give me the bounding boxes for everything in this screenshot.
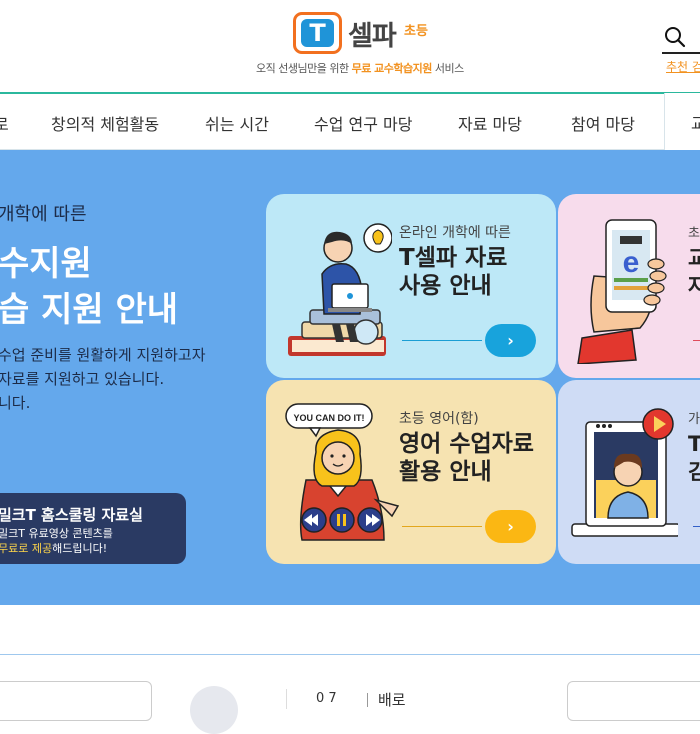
teacher-laptop-illustration <box>288 223 392 356</box>
hero-banner: 개학에 따른 수지원 습 지원 안내 수업 준비를 원활하게 지원하고자 자료를… <box>0 150 700 605</box>
card-title: T셀파 자료 사용 안내 <box>399 245 508 299</box>
card-arrow-button[interactable]: › <box>485 510 536 543</box>
nav-item-creative-activity[interactable]: 창의적 체험활동 <box>51 111 159 135</box>
recommended-keyword-link[interactable]: 추천 검 <box>666 58 700 75</box>
card-label: 온라인 개학에 따른 <box>399 225 511 241</box>
logo-mark: T <box>293 12 342 54</box>
tablet-student-illustration <box>571 408 678 537</box>
separator <box>367 693 368 707</box>
search-input[interactable] <box>662 52 700 54</box>
divider <box>286 689 287 709</box>
nav-item-class-research[interactable]: 수업 연구 마당 <box>314 111 413 135</box>
section-spacer <box>0 605 700 655</box>
divider <box>402 340 482 341</box>
milkt-homeschooling-banner[interactable]: 밀크T 홈스쿨링 자료실 밀크T 유료영상 콘텐츠를 무료로 제공해드립니다! <box>0 493 186 564</box>
tsherpa-logo[interactable]: T 셀파 초등 <box>293 12 428 54</box>
logo-name: 셀파 <box>348 20 397 52</box>
card-label: 가 <box>688 412 700 427</box>
hero-description: 수업 준비를 원활하게 지원하고자 자료를 지원하고 있습니다. 니다. <box>0 346 206 412</box>
banner-title: 밀크T 홈스쿨링 자료실 <box>0 506 143 524</box>
divider <box>693 526 700 527</box>
banner-description: 밀크T 유료영상 콘텐츠를 무료로 제공해드립니다! <box>0 527 113 555</box>
card-tsherpa-guide[interactable]: 온라인 개학에 따른 T셀파 자료 사용 안내 › <box>266 194 556 378</box>
nav-item-materials[interactable]: 자료 마당 <box>458 111 522 135</box>
card-arrow-button[interactable]: › <box>485 324 536 357</box>
site-header: T 셀파 초등 오직 선생님만을 위한 무료 교수학습지원 서비스 추천 검 <box>0 0 700 92</box>
search-icon[interactable] <box>664 26 686 48</box>
hero-title-line1: 수지원 <box>0 244 92 284</box>
phone-hand-illustration: e <box>577 219 667 364</box>
nav-item-partial[interactable]: 로 <box>0 111 9 135</box>
nav-item-break-time[interactable]: 쉬는 시간 <box>205 111 269 135</box>
hero-subtitle: 개학에 따른 <box>0 204 87 225</box>
divider <box>693 340 700 341</box>
girl-media-illustration: YOU CAN DO IT! <box>285 403 400 541</box>
card-english-guide[interactable]: YOU CAN DO IT! 초등 영어(함) 영어 수업자료 활용 안내 › <box>266 380 556 564</box>
card-title: 영어 수업자료 활용 안내 <box>399 431 534 485</box>
divider <box>402 526 482 527</box>
svg-text:YOU CAN DO IT!: YOU CAN DO IT! <box>294 413 365 423</box>
tagline: 오직 선생님만을 위한 무료 교수학습지원 서비스 <box>256 62 464 75</box>
avatar <box>190 686 238 734</box>
card-title: 교자 <box>688 246 700 298</box>
card-partial-pink[interactable]: e 초 교자 <box>558 194 700 378</box>
card-partial-blue[interactable]: 가 T김 <box>558 380 700 564</box>
logo-sub-label: 초등 <box>404 24 428 39</box>
right-panel[interactable] <box>567 681 700 721</box>
bottom-section: 0 7 배로 <box>0 655 700 734</box>
left-panel[interactable] <box>0 681 152 721</box>
card-label: 초등 영어(함) <box>399 411 479 427</box>
nav-item-participation[interactable]: 참여 마당 <box>571 111 635 135</box>
card-title: T김 <box>688 432 700 484</box>
svg-text:e: e <box>623 246 640 279</box>
main-navigation: 로 창의적 체험활동 쉬는 시간 수업 연구 마당 자료 마당 참여 마당 교 <box>0 92 700 151</box>
nav-item-teacher-box[interactable]: 교 <box>664 93 700 151</box>
card-label: 초 <box>688 226 700 241</box>
hero-title-line2: 습 지원 안내 <box>0 290 179 330</box>
number-label: 0 7 <box>316 691 337 706</box>
